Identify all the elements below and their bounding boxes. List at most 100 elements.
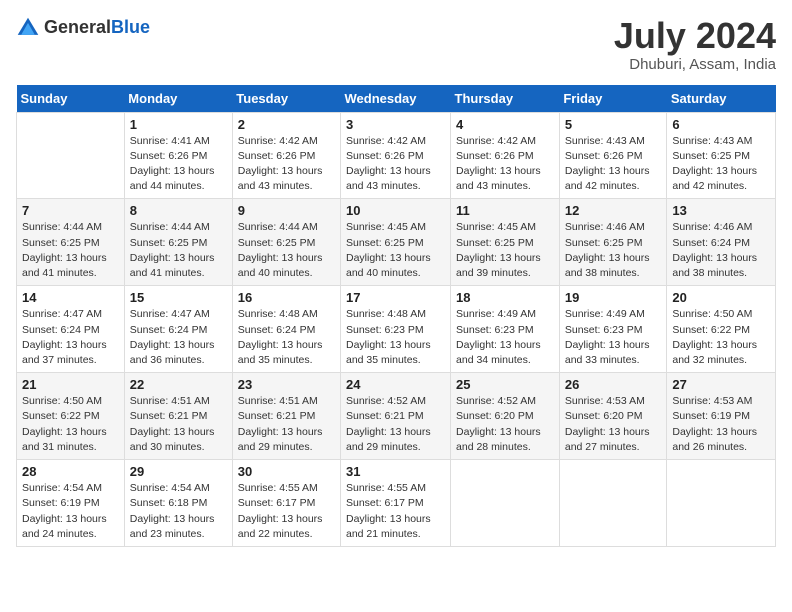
day-number: 13 — [672, 203, 770, 218]
calendar-header-row: SundayMondayTuesdayWednesdayThursdayFrid… — [17, 85, 776, 113]
calendar-cell: 4 Sunrise: 4:42 AMSunset: 6:26 PMDaylight… — [451, 112, 560, 199]
day-info: Sunrise: 4:42 AMSunset: 6:26 PMDaylight:… — [346, 134, 445, 195]
day-number: 4 — [456, 117, 554, 132]
calendar-cell: 20 Sunrise: 4:50 AMSunset: 6:22 PMDayligh… — [667, 286, 776, 373]
calendar-cell: 22 Sunrise: 4:51 AMSunset: 6:21 PMDayligh… — [124, 373, 232, 460]
day-info: Sunrise: 4:41 AMSunset: 6:26 PMDaylight:… — [130, 134, 227, 195]
calendar-cell: 3 Sunrise: 4:42 AMSunset: 6:26 PMDaylight… — [341, 112, 451, 199]
logo: GeneralBlue — [16, 16, 150, 40]
calendar-cell: 25 Sunrise: 4:52 AMSunset: 6:20 PMDayligh… — [451, 373, 560, 460]
day-info: Sunrise: 4:44 AMSunset: 6:25 PMDaylight:… — [238, 220, 335, 281]
day-number: 11 — [456, 203, 554, 218]
day-number: 7 — [22, 203, 119, 218]
calendar-cell: 23Sunrise: 4:51 AMSunset: 6:21 PMDayligh… — [232, 373, 340, 460]
header-day-friday: Friday — [559, 85, 667, 113]
calendar-cell: 10 Sunrise: 4:45 AMSunset: 6:25 PMDayligh… — [341, 199, 451, 286]
calendar-cell: 6 Sunrise: 4:43 AMSunset: 6:25 PMDaylight… — [667, 112, 776, 199]
day-info: Sunrise: 4:42 AMSunset: 6:26 PMDaylight:… — [456, 134, 554, 195]
month-year-title: July 2024 — [614, 16, 776, 56]
day-info: Sunrise: 4:54 AMSunset: 6:18 PMDaylight:… — [130, 481, 227, 542]
day-info: Sunrise: 4:43 AMSunset: 6:25 PMDaylight:… — [672, 134, 770, 195]
day-number: 21 — [22, 377, 119, 392]
day-info: Sunrise: 4:50 AMSunset: 6:22 PMDaylight:… — [672, 307, 770, 368]
day-info: Sunrise: 4:44 AMSunset: 6:25 PMDaylight:… — [22, 220, 119, 281]
calendar-cell: 24Sunrise: 4:52 AMSunset: 6:21 PMDayligh… — [341, 373, 451, 460]
day-info: Sunrise: 4:50 AMSunset: 6:22 PMDaylight:… — [22, 394, 119, 455]
calendar-cell: 5 Sunrise: 4:43 AMSunset: 6:26 PMDaylight… — [559, 112, 667, 199]
logo-text-blue: Blue — [111, 17, 150, 37]
header-day-tuesday: Tuesday — [232, 85, 340, 113]
day-number: 27 — [672, 377, 770, 392]
calendar-week-row: 28 Sunrise: 4:54 AMSunset: 6:19 PMDayligh… — [17, 460, 776, 547]
day-number: 19 — [565, 290, 662, 305]
calendar-cell: 19 Sunrise: 4:49 AMSunset: 6:23 PMDayligh… — [559, 286, 667, 373]
day-number: 28 — [22, 464, 119, 479]
day-info: Sunrise: 4:49 AMSunset: 6:23 PMDaylight:… — [456, 307, 554, 368]
day-info: Sunrise: 4:51 AMSunset: 6:21 PMDaylight:… — [130, 394, 227, 455]
day-number: 16 — [238, 290, 335, 305]
calendar-cell: 17 Sunrise: 4:48 AMSunset: 6:23 PMDayligh… — [341, 286, 451, 373]
day-info: Sunrise: 4:45 AMSunset: 6:25 PMDaylight:… — [346, 220, 445, 281]
day-info: Sunrise: 4:52 AMSunset: 6:21 PMDaylight:… — [346, 394, 445, 455]
day-number: 23 — [238, 377, 335, 392]
header-day-sunday: Sunday — [17, 85, 125, 113]
day-number: 1 — [130, 117, 227, 132]
day-number: 18 — [456, 290, 554, 305]
day-info: Sunrise: 4:53 AMSunset: 6:19 PMDaylight:… — [672, 394, 770, 455]
day-number: 22 — [130, 377, 227, 392]
day-number: 6 — [672, 117, 770, 132]
header-day-wednesday: Wednesday — [341, 85, 451, 113]
calendar-week-row: 7 Sunrise: 4:44 AMSunset: 6:25 PMDaylight… — [17, 199, 776, 286]
day-number: 3 — [346, 117, 445, 132]
calendar-cell: 2 Sunrise: 4:42 AMSunset: 6:26 PMDaylight… — [232, 112, 340, 199]
day-number: 17 — [346, 290, 445, 305]
calendar-week-row: 21 Sunrise: 4:50 AMSunset: 6:22 PMDayligh… — [17, 373, 776, 460]
day-number: 14 — [22, 290, 119, 305]
day-number: 25 — [456, 377, 554, 392]
calendar-cell: 18 Sunrise: 4:49 AMSunset: 6:23 PMDayligh… — [451, 286, 560, 373]
day-info: Sunrise: 4:53 AMSunset: 6:20 PMDaylight:… — [565, 394, 662, 455]
day-info: Sunrise: 4:42 AMSunset: 6:26 PMDaylight:… — [238, 134, 335, 195]
logo-icon — [16, 16, 40, 40]
day-info: Sunrise: 4:55 AMSunset: 6:17 PMDaylight:… — [238, 481, 335, 542]
calendar-week-row: 14 Sunrise: 4:47 AMSunset: 6:24 PMDayligh… — [17, 286, 776, 373]
calendar-cell — [17, 112, 125, 199]
calendar-cell: 13 Sunrise: 4:46 AMSunset: 6:24 PMDayligh… — [667, 199, 776, 286]
calendar-cell: 27 Sunrise: 4:53 AMSunset: 6:19 PMDayligh… — [667, 373, 776, 460]
calendar-cell: 14 Sunrise: 4:47 AMSunset: 6:24 PMDayligh… — [17, 286, 125, 373]
day-number: 8 — [130, 203, 227, 218]
calendar-cell — [667, 460, 776, 547]
header-day-monday: Monday — [124, 85, 232, 113]
calendar-cell: 16 Sunrise: 4:48 AMSunset: 6:24 PMDayligh… — [232, 286, 340, 373]
calendar-cell: 15Sunrise: 4:47 AMSunset: 6:24 PMDayligh… — [124, 286, 232, 373]
day-number: 20 — [672, 290, 770, 305]
calendar-cell: 8Sunrise: 4:44 AMSunset: 6:25 PMDaylight… — [124, 199, 232, 286]
location-subtitle: Dhuburi, Assam, India — [614, 56, 776, 73]
day-info: Sunrise: 4:46 AMSunset: 6:24 PMDaylight:… — [672, 220, 770, 281]
day-number: 12 — [565, 203, 662, 218]
logo-text-general: General — [44, 17, 111, 37]
calendar-cell: 11Sunrise: 4:45 AMSunset: 6:25 PMDayligh… — [451, 199, 560, 286]
day-info: Sunrise: 4:48 AMSunset: 6:23 PMDaylight:… — [346, 307, 445, 368]
day-info: Sunrise: 4:49 AMSunset: 6:23 PMDaylight:… — [565, 307, 662, 368]
day-number: 9 — [238, 203, 335, 218]
calendar-cell: 31Sunrise: 4:55 AMSunset: 6:17 PMDayligh… — [341, 460, 451, 547]
day-number: 30 — [238, 464, 335, 479]
day-info: Sunrise: 4:43 AMSunset: 6:26 PMDaylight:… — [565, 134, 662, 195]
day-number: 29 — [130, 464, 227, 479]
day-number: 10 — [346, 203, 445, 218]
page-header: GeneralBlue July 2024 Dhuburi, Assam, In… — [16, 16, 776, 73]
day-number: 5 — [565, 117, 662, 132]
day-info: Sunrise: 4:52 AMSunset: 6:20 PMDaylight:… — [456, 394, 554, 455]
calendar-cell — [559, 460, 667, 547]
calendar-cell: 28 Sunrise: 4:54 AMSunset: 6:19 PMDayligh… — [17, 460, 125, 547]
day-info: Sunrise: 4:46 AMSunset: 6:25 PMDaylight:… — [565, 220, 662, 281]
day-number: 31 — [346, 464, 445, 479]
calendar-cell: 12 Sunrise: 4:46 AMSunset: 6:25 PMDayligh… — [559, 199, 667, 286]
day-info: Sunrise: 4:47 AMSunset: 6:24 PMDaylight:… — [22, 307, 119, 368]
day-number: 2 — [238, 117, 335, 132]
header-day-thursday: Thursday — [451, 85, 560, 113]
day-info: Sunrise: 4:48 AMSunset: 6:24 PMDaylight:… — [238, 307, 335, 368]
day-number: 15 — [130, 290, 227, 305]
day-info: Sunrise: 4:54 AMSunset: 6:19 PMDaylight:… — [22, 481, 119, 542]
